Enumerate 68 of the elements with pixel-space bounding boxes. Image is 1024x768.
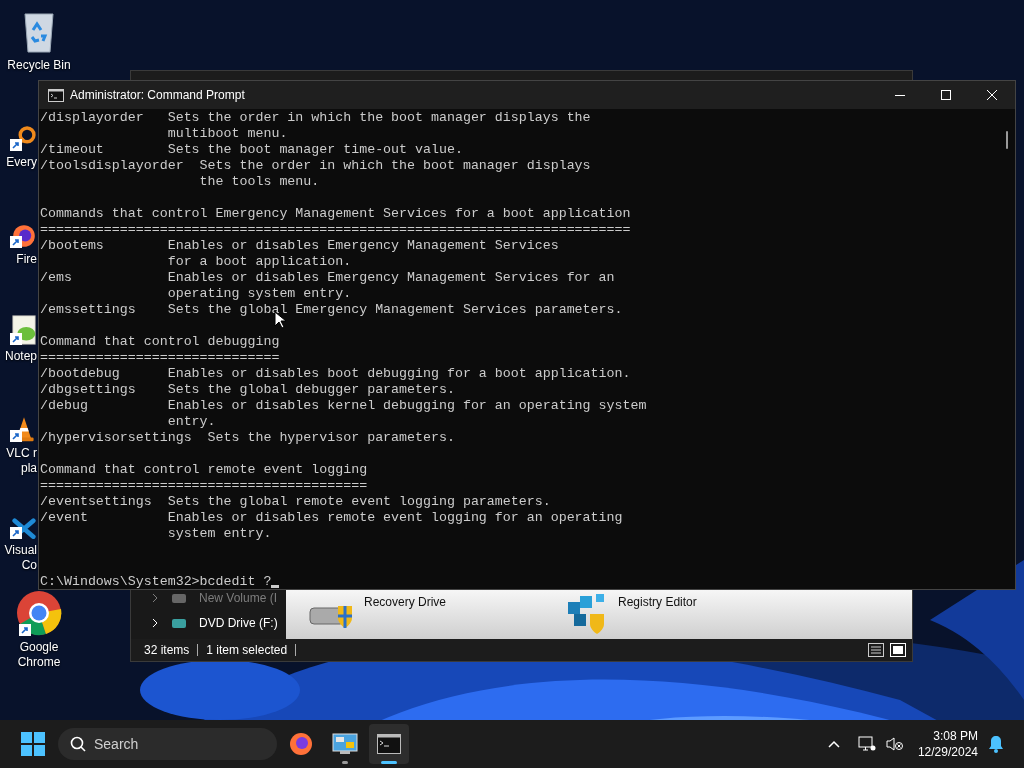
console-line: the tools menu.	[198, 174, 320, 190]
chrome-icon	[16, 590, 62, 636]
console-line: operating system entry.	[166, 286, 352, 302]
network-icon[interactable]	[857, 736, 876, 752]
console-line: multiboot menu.	[166, 126, 288, 142]
console-line: =========================================	[40, 478, 368, 494]
tiles-view-icon[interactable]	[890, 643, 906, 657]
nav-item[interactable]: New Volume (I	[131, 589, 286, 607]
console-line: /toolsdisplayorder Sets the order in which the boot manager displays	[40, 158, 591, 174]
console-line: /hypervisorsettings Sets the hypervisor parameters.	[40, 430, 455, 446]
console-line: /debug Enables or disables kernel debugging for an operating system	[40, 398, 647, 414]
console-line: /bootems Enables or disables Emergency Management Services	[40, 238, 559, 254]
details-view-icon[interactable]	[868, 643, 884, 657]
running-indicator	[342, 761, 348, 764]
icon-label[interactable]: Fire	[16, 252, 37, 267]
status-text: 1 item selected	[206, 642, 288, 659]
console-line: ==========================================================================	[40, 222, 631, 238]
start-button[interactable]	[20, 731, 46, 757]
console-line: Commands that control Emergency Management Services for a boot application	[40, 206, 631, 222]
folder-item[interactable]: Recovery Drive	[308, 592, 447, 636]
nav-item[interactable]: DVD Drive (F:)	[131, 607, 286, 639]
icon-label[interactable]: Chrome	[17, 655, 61, 670]
minimize-icon	[895, 94, 905, 96]
console-line: /event Enables or disables remote event logging for an operating	[40, 510, 623, 526]
icon-label[interactable]: pla	[21, 461, 37, 476]
text-cursor	[271, 585, 280, 588]
speaker-muted-icon[interactable]	[885, 736, 904, 752]
drive-icon	[171, 617, 187, 629]
console-line: entry.	[166, 414, 216, 430]
console-line: system entry.	[166, 526, 272, 542]
search-icon	[70, 736, 86, 752]
console-line: /timeout Sets the boot manager time-out value.	[40, 142, 463, 158]
console-line: /emssettings Sets the global Emergency Management Services parameters.	[40, 302, 623, 318]
maximize-icon	[941, 90, 951, 100]
chevron-up-icon[interactable]	[827, 740, 840, 748]
firefox-icon	[289, 732, 313, 756]
icon-label[interactable]: Recycle Bin	[7, 58, 71, 73]
console-icon	[48, 88, 64, 102]
windows-logo-icon	[21, 732, 45, 756]
command-prompt[interactable]: C:\Windows\System32>bcdedit ?	[40, 574, 272, 590]
console-line: Command that control debugging	[40, 334, 280, 350]
folder-item[interactable]: Registry Editor	[566, 592, 697, 636]
console-line: /eventsettings Sets the global remote event logging parameters.	[40, 494, 551, 510]
bell-icon[interactable]	[988, 735, 1004, 753]
console-line: for a boot application.	[166, 254, 352, 270]
icon-label[interactable]: Visual	[4, 543, 37, 558]
search-field[interactable]: Search	[58, 728, 277, 760]
clock-date[interactable]: 12/29/2024	[917, 744, 978, 760]
icon-label[interactable]: Notep	[4, 349, 37, 364]
console-line: /bootdebug Enables or disables boot debugging for a boot application.	[40, 366, 631, 382]
window-title: Administrator: Command Prompt	[70, 87, 245, 104]
icon-label[interactable]: VLC r	[6, 446, 37, 461]
console-line: ==============================	[40, 350, 280, 366]
taskbar-app-button[interactable]	[369, 724, 409, 764]
icon-label[interactable]: Google	[19, 640, 59, 655]
icon-label[interactable]: Every	[6, 155, 37, 170]
status-text: 32 items	[144, 642, 190, 659]
console-line: /displayorder Sets the order in which the boot manager displays the	[40, 110, 591, 126]
control-panel-icon	[332, 733, 358, 755]
close-icon	[987, 90, 997, 100]
clock-time[interactable]: 3:08 PM	[933, 728, 978, 744]
console-line: Command that control remote event logging	[40, 462, 368, 478]
terminal-icon	[377, 734, 401, 754]
icon-label[interactable]: Co	[21, 558, 37, 573]
console-line: /dbgsettings Sets the global debugger parameters.	[40, 382, 455, 398]
console-line: /ems Enables or disables Emergency Management Services for an	[40, 270, 615, 286]
running-indicator	[381, 761, 397, 764]
drive-icon	[171, 592, 187, 604]
